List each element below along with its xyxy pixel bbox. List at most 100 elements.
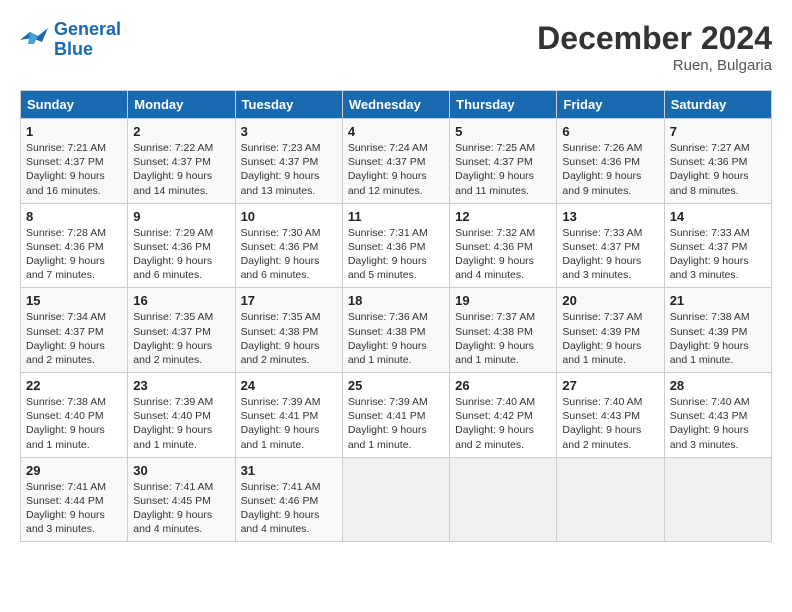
calendar-cell: 4 Sunrise: 7:24 AMSunset: 4:37 PMDaylight… [342, 119, 449, 204]
calendar-cell: 1 Sunrise: 7:21 AMSunset: 4:37 PMDaylight… [21, 119, 128, 204]
day-number: 15 [26, 293, 122, 308]
day-number: 21 [670, 293, 766, 308]
weekday-header: Tuesday [235, 91, 342, 119]
day-number: 11 [348, 209, 444, 224]
day-number: 1 [26, 124, 122, 139]
calendar-cell: 3 Sunrise: 7:23 AMSunset: 4:37 PMDaylight… [235, 119, 342, 204]
title-block: December 2024 Ruen, Bulgaria [537, 20, 772, 74]
day-number: 12 [455, 209, 551, 224]
day-number: 29 [26, 463, 122, 478]
day-number: 3 [241, 124, 337, 139]
calendar-cell: 8Sunrise: 7:28 AMSunset: 4:36 PMDaylight… [21, 203, 128, 288]
day-info: Sunrise: 7:26 AMSunset: 4:36 PMDaylight:… [562, 141, 658, 198]
weekday-header: Friday [557, 91, 664, 119]
calendar-cell: 27 Sunrise: 7:40 AMSunset: 4:43 PMDayligh… [557, 373, 664, 458]
day-info: Sunrise: 7:39 AMSunset: 4:41 PMDaylight:… [348, 395, 444, 452]
day-info: Sunrise: 7:40 AMSunset: 4:43 PMDaylight:… [670, 395, 766, 452]
day-info: Sunrise: 7:33 AMSunset: 4:37 PMDaylight:… [562, 226, 658, 283]
calendar-cell: 23 Sunrise: 7:39 AMSunset: 4:40 PMDayligh… [128, 373, 235, 458]
day-info: Sunrise: 7:34 AMSunset: 4:37 PMDaylight:… [26, 310, 122, 367]
calendar-cell: 26 Sunrise: 7:40 AMSunset: 4:42 PMDayligh… [450, 373, 557, 458]
calendar-cell: 18 Sunrise: 7:36 AMSunset: 4:38 PMDayligh… [342, 288, 449, 373]
day-info: Sunrise: 7:28 AMSunset: 4:36 PMDaylight:… [26, 226, 122, 283]
calendar-cell: 11 Sunrise: 7:31 AMSunset: 4:36 PMDayligh… [342, 203, 449, 288]
weekday-header: Monday [128, 91, 235, 119]
day-info: Sunrise: 7:25 AMSunset: 4:37 PMDaylight:… [455, 141, 551, 198]
day-info: Sunrise: 7:27 AMSunset: 4:36 PMDaylight:… [670, 141, 766, 198]
day-info: Sunrise: 7:38 AMSunset: 4:39 PMDaylight:… [670, 310, 766, 367]
day-info: Sunrise: 7:40 AMSunset: 4:42 PMDaylight:… [455, 395, 551, 452]
day-info: Sunrise: 7:41 AMSunset: 4:45 PMDaylight:… [133, 480, 229, 537]
calendar-cell: 14 Sunrise: 7:33 AMSunset: 4:37 PMDayligh… [664, 203, 771, 288]
calendar-cell: 7 Sunrise: 7:27 AMSunset: 4:36 PMDaylight… [664, 119, 771, 204]
calendar-cell: 5 Sunrise: 7:25 AMSunset: 4:37 PMDaylight… [450, 119, 557, 204]
weekday-header: Thursday [450, 91, 557, 119]
day-info: Sunrise: 7:37 AMSunset: 4:38 PMDaylight:… [455, 310, 551, 367]
day-info: Sunrise: 7:29 AMSunset: 4:36 PMDaylight:… [133, 226, 229, 283]
logo-text: General Blue [54, 20, 121, 60]
calendar-cell: 25Sunrise: 7:39 AMSunset: 4:41 PMDayligh… [342, 373, 449, 458]
logo: General Blue [20, 20, 121, 60]
calendar-cell [557, 457, 664, 542]
day-info: Sunrise: 7:31 AMSunset: 4:36 PMDaylight:… [348, 226, 444, 283]
day-number: 7 [670, 124, 766, 139]
location: Ruen, Bulgaria [537, 57, 772, 74]
calendar-cell: 12 Sunrise: 7:32 AMSunset: 4:36 PMDayligh… [450, 203, 557, 288]
calendar-cell: 29 Sunrise: 7:41 AMSunset: 4:44 PMDayligh… [21, 457, 128, 542]
calendar-cell: 30 Sunrise: 7:41 AMSunset: 4:45 PMDayligh… [128, 457, 235, 542]
calendar-cell: 16 Sunrise: 7:35 AMSunset: 4:37 PMDayligh… [128, 288, 235, 373]
month-title: December 2024 [537, 20, 772, 57]
calendar-cell: 13 Sunrise: 7:33 AMSunset: 4:37 PMDayligh… [557, 203, 664, 288]
day-info: Sunrise: 7:40 AMSunset: 4:43 PMDaylight:… [562, 395, 658, 452]
day-info: Sunrise: 7:30 AMSunset: 4:36 PMDaylight:… [241, 226, 337, 283]
day-number: 13 [562, 209, 658, 224]
day-info: Sunrise: 7:35 AMSunset: 4:38 PMDaylight:… [241, 310, 337, 367]
calendar-cell: 6 Sunrise: 7:26 AMSunset: 4:36 PMDaylight… [557, 119, 664, 204]
day-number: 23 [133, 378, 229, 393]
day-number: 10 [241, 209, 337, 224]
day-number: 16 [133, 293, 229, 308]
calendar-cell [342, 457, 449, 542]
day-info: Sunrise: 7:41 AMSunset: 4:44 PMDaylight:… [26, 480, 122, 537]
day-info: Sunrise: 7:37 AMSunset: 4:39 PMDaylight:… [562, 310, 658, 367]
page-header: General Blue December 2024 Ruen, Bulgari… [20, 20, 772, 74]
calendar-cell: 22Sunrise: 7:38 AMSunset: 4:40 PMDayligh… [21, 373, 128, 458]
day-number: 17 [241, 293, 337, 308]
weekday-header-row: SundayMondayTuesdayWednesdayThursdayFrid… [21, 91, 772, 119]
day-number: 20 [562, 293, 658, 308]
day-info: Sunrise: 7:24 AMSunset: 4:37 PMDaylight:… [348, 141, 444, 198]
day-number: 27 [562, 378, 658, 393]
day-number: 30 [133, 463, 229, 478]
day-number: 22 [26, 378, 122, 393]
day-number: 26 [455, 378, 551, 393]
day-info: Sunrise: 7:35 AMSunset: 4:37 PMDaylight:… [133, 310, 229, 367]
calendar-table: SundayMondayTuesdayWednesdayThursdayFrid… [20, 90, 772, 542]
calendar-cell: 28 Sunrise: 7:40 AMSunset: 4:43 PMDayligh… [664, 373, 771, 458]
calendar-cell: 19 Sunrise: 7:37 AMSunset: 4:38 PMDayligh… [450, 288, 557, 373]
day-info: Sunrise: 7:22 AMSunset: 4:37 PMDaylight:… [133, 141, 229, 198]
calendar-cell: 2Sunrise: 7:22 AMSunset: 4:37 PMDaylight… [128, 119, 235, 204]
day-number: 18 [348, 293, 444, 308]
day-number: 28 [670, 378, 766, 393]
day-number: 6 [562, 124, 658, 139]
day-info: Sunrise: 7:32 AMSunset: 4:36 PMDaylight:… [455, 226, 551, 283]
calendar-cell [664, 457, 771, 542]
day-number: 24 [241, 378, 337, 393]
calendar-cell: 21 Sunrise: 7:38 AMSunset: 4:39 PMDayligh… [664, 288, 771, 373]
day-number: 9 [133, 209, 229, 224]
weekday-header: Saturday [664, 91, 771, 119]
day-info: Sunrise: 7:39 AMSunset: 4:40 PMDaylight:… [133, 395, 229, 452]
day-number: 4 [348, 124, 444, 139]
calendar-cell: 10 Sunrise: 7:30 AMSunset: 4:36 PMDayligh… [235, 203, 342, 288]
calendar-cell: 24Sunrise: 7:39 AMSunset: 4:41 PMDayligh… [235, 373, 342, 458]
day-number: 5 [455, 124, 551, 139]
day-info: Sunrise: 7:33 AMSunset: 4:37 PMDaylight:… [670, 226, 766, 283]
calendar-cell [450, 457, 557, 542]
calendar-cell: 17 Sunrise: 7:35 AMSunset: 4:38 PMDayligh… [235, 288, 342, 373]
day-info: Sunrise: 7:36 AMSunset: 4:38 PMDaylight:… [348, 310, 444, 367]
weekday-header: Wednesday [342, 91, 449, 119]
day-info: Sunrise: 7:21 AMSunset: 4:37 PMDaylight:… [26, 141, 122, 198]
day-number: 19 [455, 293, 551, 308]
day-info: Sunrise: 7:23 AMSunset: 4:37 PMDaylight:… [241, 141, 337, 198]
day-number: 14 [670, 209, 766, 224]
